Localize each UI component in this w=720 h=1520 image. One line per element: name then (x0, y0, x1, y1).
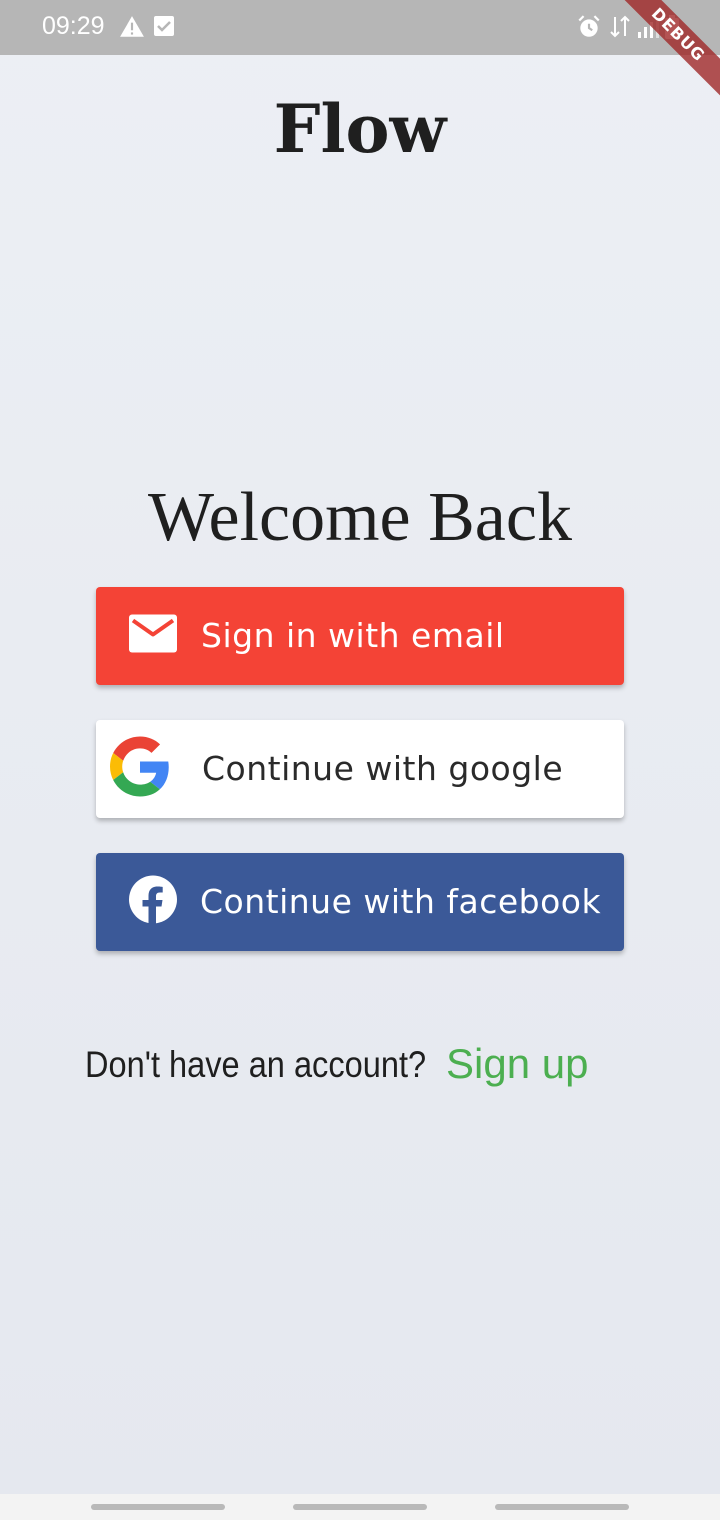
continue-facebook-label: Continue with facebook (200, 882, 602, 921)
app-title: Flow (273, 90, 447, 168)
nav-home-pill[interactable] (293, 1504, 427, 1510)
battery-icon (664, 14, 690, 40)
continue-facebook-button[interactable]: Continue with facebook (96, 853, 624, 951)
status-bar: 09:29 (0, 0, 720, 55)
mail-icon (129, 614, 177, 658)
continue-google-button[interactable]: Continue with google (96, 720, 624, 818)
navigation-bar (0, 1494, 720, 1520)
warning-icon (119, 14, 145, 40)
signal-icon (636, 14, 662, 40)
welcome-heading: Welcome Back (148, 479, 572, 556)
status-time: 09:29 (42, 12, 105, 40)
continue-google-label: Continue with google (202, 749, 564, 788)
checkbox-icon (152, 14, 178, 40)
nav-back-pill[interactable] (495, 1504, 629, 1510)
sign-in-email-button[interactable]: Sign in with email (96, 587, 624, 685)
facebook-logo-icon (129, 875, 177, 929)
signup-question: Don't have an account? (85, 1044, 427, 1085)
data-arrows-icon (609, 14, 635, 40)
sign-in-email-label: Sign in with email (201, 616, 505, 655)
google-logo-icon (110, 736, 170, 802)
sign-up-link[interactable]: Sign up (446, 1040, 588, 1088)
nav-recents-pill[interactable] (91, 1504, 225, 1510)
alarm-icon (576, 14, 602, 40)
